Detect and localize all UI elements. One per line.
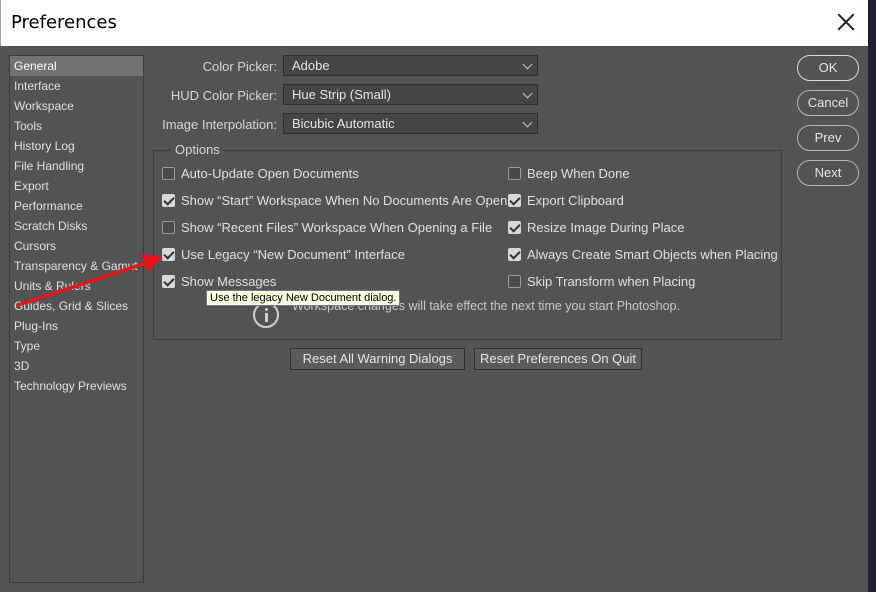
option-label: Always Create Smart Objects when Placing — [527, 246, 778, 262]
checkbox[interactable] — [162, 193, 175, 207]
sidebar-item-scratch-disks[interactable]: Scratch Disks — [10, 216, 143, 236]
hud-color-picker-row: HUD Color Picker: — [150, 84, 277, 106]
checkbox[interactable] — [162, 274, 175, 288]
option-label: Show “Recent Files” Workspace When Openi… — [181, 219, 493, 235]
option-label: Export Clipboard — [527, 192, 624, 208]
always-create-smart-objects-option[interactable]: Always Create Smart Objects when Placing — [508, 245, 778, 263]
option-label: Show “Start” Workspace When No Documents… — [181, 192, 508, 208]
sidebar-item-performance[interactable]: Performance — [10, 196, 143, 216]
sidebar-item-type[interactable]: Type — [10, 336, 143, 356]
sidebar-item-cursors[interactable]: Cursors — [10, 236, 143, 256]
sidebar-item-file-handling[interactable]: File Handling — [10, 156, 143, 176]
category-list: General Interface Workspace Tools Histor… — [9, 55, 144, 583]
reset-warning-dialogs-button[interactable]: Reset All Warning Dialogs — [290, 348, 465, 370]
skip-transform-when-placing-option[interactable]: Skip Transform when Placing — [508, 272, 695, 290]
sidebar-item-export[interactable]: Export — [10, 176, 143, 196]
checkbox[interactable] — [508, 166, 521, 180]
checkbox[interactable] — [508, 274, 521, 288]
hud-color-picker-label: HUD Color Picker: — [170, 88, 277, 103]
sidebar-item-technology-previews[interactable]: Technology Previews — [10, 376, 143, 396]
close-icon[interactable] — [835, 10, 857, 34]
option-label: Beep When Done — [527, 165, 630, 181]
color-picker-value: Adobe — [292, 58, 330, 73]
checkbox[interactable] — [162, 220, 175, 234]
checkbox[interactable] — [162, 166, 175, 180]
checkbox[interactable] — [162, 247, 175, 261]
option-label: Use Legacy “New Document” Interface — [181, 246, 405, 262]
prev-button[interactable]: Prev — [797, 125, 859, 151]
sidebar-item-workspace[interactable]: Workspace — [10, 96, 143, 116]
ok-button[interactable]: OK — [797, 55, 859, 81]
image-interpolation-row: Image Interpolation: — [150, 113, 277, 135]
image-interpolation-select[interactable]: Bicubic Automatic — [283, 113, 538, 134]
checkbox[interactable] — [508, 220, 521, 234]
window-edge — [868, 0, 876, 592]
options-legend: Options — [171, 142, 224, 157]
use-legacy-new-document-option[interactable]: Use Legacy “New Document” Interface — [162, 245, 405, 263]
show-recent-files-workspace-option[interactable]: Show “Recent Files” Workspace When Openi… — [162, 218, 492, 236]
sidebar-item-tools[interactable]: Tools — [10, 116, 143, 136]
image-interpolation-label: Image Interpolation: — [162, 117, 277, 132]
hud-color-picker-select[interactable]: Hue Strip (Small) — [283, 84, 538, 105]
option-label: Show Messages — [181, 273, 277, 289]
show-start-workspace-option[interactable]: Show “Start” Workspace When No Documents… — [162, 191, 507, 209]
option-label: Auto-Update Open Documents — [181, 165, 359, 181]
resize-image-during-place-option[interactable]: Resize Image During Place — [508, 218, 685, 236]
show-messages-option[interactable]: Show Messages — [162, 272, 276, 290]
option-label: Skip Transform when Placing — [527, 273, 696, 289]
title-bar: Preferences — [0, 0, 868, 46]
sidebar-item-3d[interactable]: 3D — [10, 356, 143, 376]
next-button[interactable]: Next — [797, 160, 859, 186]
window-title: Preferences — [11, 12, 117, 33]
checkbox[interactable] — [508, 193, 521, 207]
hud-color-picker-value: Hue Strip (Small) — [292, 87, 391, 102]
sidebar-item-guides-grid-slices[interactable]: Guides, Grid & Slices — [10, 296, 143, 316]
chevron-down-icon — [522, 59, 533, 70]
chevron-down-icon — [522, 88, 533, 99]
sidebar-item-general[interactable]: General — [10, 56, 143, 76]
sidebar-item-plug-ins[interactable]: Plug-Ins — [10, 316, 143, 336]
sidebar-item-interface[interactable]: Interface — [10, 76, 143, 96]
sidebar-item-history-log[interactable]: History Log — [10, 136, 143, 156]
option-label: Resize Image During Place — [527, 219, 685, 235]
auto-update-open-documents-option[interactable]: Auto-Update Open Documents — [162, 164, 359, 182]
color-picker-select[interactable]: Adobe — [283, 55, 538, 76]
reset-preferences-button[interactable]: Reset Preferences On Quit — [474, 348, 642, 370]
cancel-button[interactable]: Cancel — [797, 90, 859, 116]
tooltip: Use the legacy New Document dialog. — [206, 290, 401, 306]
color-picker-label: Color Picker: — [202, 59, 277, 74]
sidebar-item-transparency-gamut[interactable]: Transparency & Gamut — [10, 256, 143, 276]
beep-when-done-option[interactable]: Beep When Done — [508, 164, 630, 182]
chevron-down-icon — [522, 117, 533, 128]
color-picker-row: Color Picker: — [150, 55, 277, 77]
image-interpolation-value: Bicubic Automatic — [292, 116, 395, 131]
sidebar-item-units-rulers[interactable]: Units & Rulers — [10, 276, 143, 296]
export-clipboard-option[interactable]: Export Clipboard — [508, 191, 624, 209]
checkbox[interactable] — [508, 247, 521, 261]
